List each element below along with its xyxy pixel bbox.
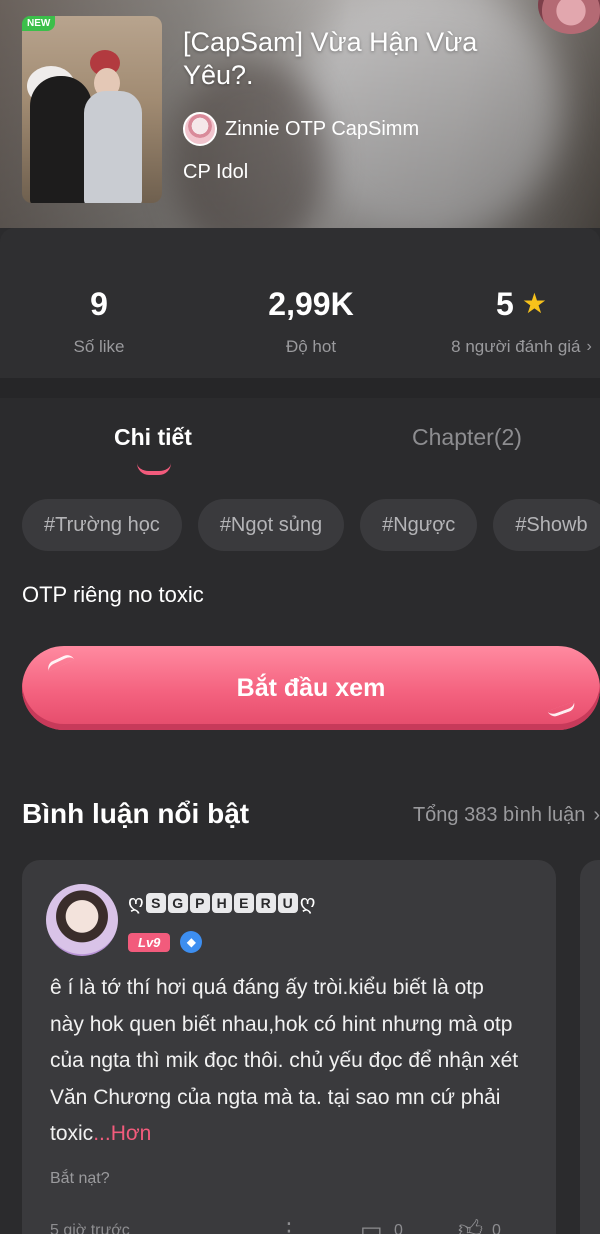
- stat-rating-label-row: 8 người đánh giá ›: [443, 337, 600, 357]
- tag-chip[interactable]: #Ngọt sủng: [197, 499, 345, 551]
- comments-total-label: Tổng 383 bình luận: [412, 804, 586, 826]
- comment-body: ê í là tớ thí hơi quá đáng ấy tròi.kiểu …: [50, 976, 519, 1145]
- story-description: OTP riêng no toxic: [22, 582, 204, 607]
- comment-footer: 5 giờ trước ⋮ ▭ 0 👍︎ 0: [50, 1216, 530, 1234]
- commenter-badges: Lv9 ◆: [128, 931, 203, 953]
- stat-likes: 9 Số like: [40, 285, 158, 357]
- button-shine: [45, 652, 75, 672]
- username-letter: H: [211, 892, 232, 913]
- tab-details[interactable]: Chi tiết: [114, 424, 192, 451]
- username-letter: S: [145, 892, 166, 913]
- tab-chapters[interactable]: Chapter(2): [412, 424, 522, 451]
- chevron-right-icon: ›: [586, 338, 592, 355]
- commenter-avatar[interactable]: [46, 884, 118, 956]
- username-suffix: ღ: [299, 892, 316, 914]
- author-link[interactable]: Zinnie OTP CapSimm: [183, 112, 419, 146]
- story-stats: 9 Số like 2,99K Độ hot 5 ★ 8 người đánh …: [0, 228, 600, 378]
- tag-chip[interactable]: #Trường học: [22, 499, 182, 551]
- next-comment-card[interactable]: [580, 860, 600, 1234]
- stat-rating-label: 8 người đánh giá: [451, 337, 581, 356]
- chevron-right-icon: ›: [593, 804, 600, 826]
- comment-time: 5 giờ trước: [50, 1222, 130, 1234]
- like-count: 0: [492, 1222, 501, 1234]
- cover-figure-left: [30, 76, 92, 203]
- story-header: NEW [CapSam] Vừa Hận Vừa Yêu?. Zinnie OT…: [0, 0, 600, 228]
- stat-likes-value: 9: [90, 286, 108, 322]
- author-name: Zinnie OTP CapSimm: [225, 117, 420, 140]
- stat-hot: 2,99K Độ hot: [241, 285, 381, 357]
- comment-tag[interactable]: Bắt nạt?: [50, 1170, 110, 1188]
- button-shine: [547, 701, 577, 719]
- username-letter: R: [255, 892, 276, 913]
- stat-rating-value: 5: [496, 286, 514, 322]
- tag-chip[interactable]: #Ngược: [360, 499, 478, 551]
- gem-icon: ◆: [180, 931, 203, 953]
- tag-list: #Trường học #Ngọt sủng #Ngược #Showb: [22, 499, 600, 553]
- stat-rating-value-row: 5 ★: [443, 285, 600, 323]
- start-reading-button[interactable]: Bắt đầu xem: [22, 646, 600, 730]
- stat-rating[interactable]: 5 ★ 8 người đánh giá ›: [443, 285, 600, 357]
- stat-hot-value: 2,99K: [268, 286, 354, 322]
- start-reading-label: Bắt đầu xem: [236, 673, 386, 702]
- comment-text: ê í là tớ thí hơi quá đáng ấy tròi.kiểu …: [50, 970, 520, 1153]
- like-icon[interactable]: 👍︎: [458, 1216, 483, 1234]
- username-letter: P: [189, 892, 210, 913]
- stat-hot-label: Độ hot: [285, 337, 337, 356]
- comment-card[interactable]: ღ S G P H E R U ღ Lv9 ◆ ê í là tớ thí hơ…: [22, 860, 556, 1234]
- tag-chip[interactable]: #Showb: [493, 499, 600, 551]
- comments-section-title: Bình luận nổi bật: [22, 798, 250, 829]
- star-icon: ★: [521, 288, 547, 319]
- username-letter: E: [233, 892, 254, 913]
- stat-likes-label: Số like: [73, 337, 125, 356]
- story-category[interactable]: CP Idol: [183, 161, 248, 184]
- username-letter: G: [167, 892, 188, 913]
- comment-read-more[interactable]: ...Hơn: [93, 1122, 151, 1145]
- cover-figure-right: [84, 91, 142, 203]
- username-prefix: ღ: [128, 892, 144, 914]
- more-icon[interactable]: ⋮: [278, 1218, 300, 1234]
- new-badge: NEW: [22, 16, 56, 31]
- reply-count: 0: [394, 1222, 403, 1234]
- detail-tabs: Chi tiết Chapter(2): [0, 398, 600, 480]
- story-cover-image[interactable]: [22, 16, 162, 203]
- comment-icon[interactable]: ▭: [360, 1216, 383, 1234]
- section-divider: [0, 378, 600, 398]
- author-avatar: [183, 112, 217, 146]
- username-letter: U: [277, 892, 298, 913]
- comments-total-link[interactable]: Tổng 383 bình luận ›: [413, 804, 600, 827]
- story-title: [CapSam] Vừa Hận Vừa Yêu?.: [183, 27, 478, 90]
- level-badge: Lv9: [128, 932, 171, 952]
- commenter-name[interactable]: ღ S G P H E R U ღ: [128, 890, 315, 915]
